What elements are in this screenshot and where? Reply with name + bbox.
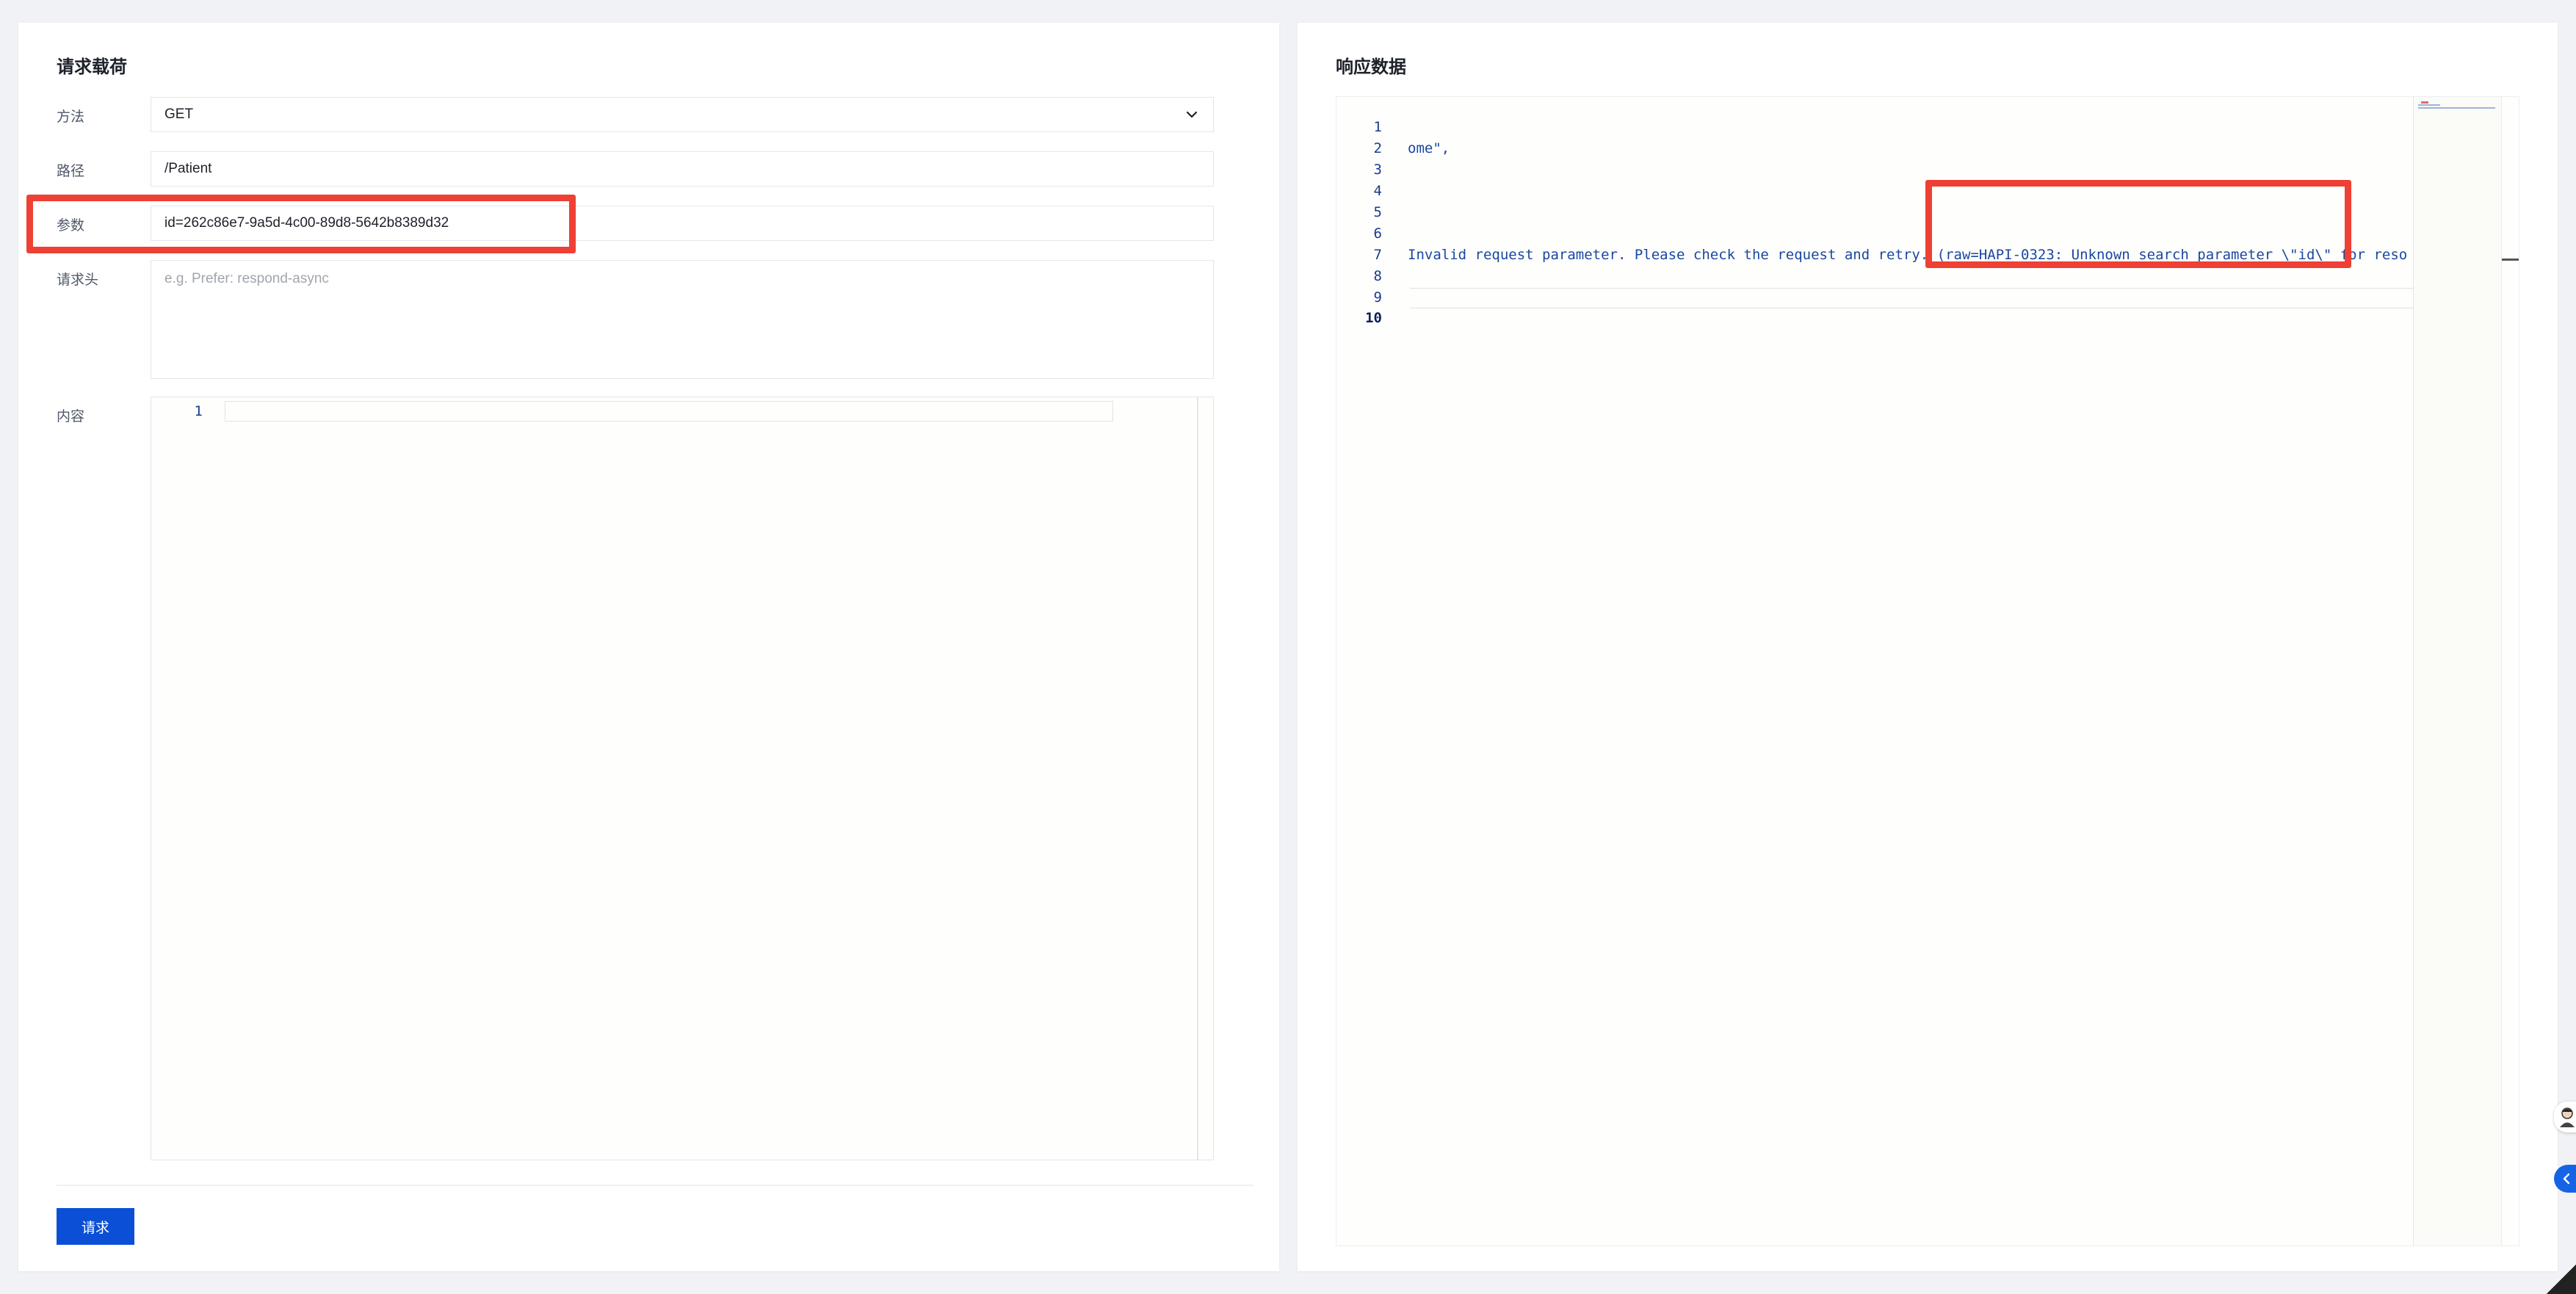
- line-number: 1: [1373, 119, 1382, 135]
- params-input[interactable]: id=262c86e7-9a5d-4c00-89d8-5642b8389d32: [151, 206, 1214, 241]
- headers-label: 请求头: [57, 272, 99, 288]
- form-divider: [57, 1185, 1253, 1186]
- headers-placeholder: e.g. Prefer: respond-async: [164, 271, 329, 286]
- editor-scrollbar[interactable]: [1197, 397, 1198, 1160]
- response-editor[interactable]: 1 2 3 4 5 6 7 8 9 10 ome", Invalid reque…: [1336, 96, 2519, 1246]
- path-label: 路径: [57, 164, 85, 179]
- avatar-icon[interactable]: [2554, 1102, 2576, 1132]
- current-line-highlight: [225, 401, 1113, 422]
- current-line-highlight: [1410, 288, 2445, 308]
- path-value: /Patient: [164, 161, 212, 176]
- line-gutter: 1 2 3 4 5 6 7 8 9 10: [1336, 97, 1410, 1246]
- minimap-marker: [2421, 101, 2428, 104]
- response-panel: 响应数据 1 2 3 4 5 6 7 8 9 10 ome", Invalid …: [1298, 23, 2558, 1271]
- body-editor[interactable]: 1: [151, 397, 1214, 1160]
- line-number: 2: [1373, 140, 1382, 156]
- chevron-left-icon[interactable]: [2554, 1165, 2576, 1193]
- response-panel-title: 响应数据: [1336, 57, 1406, 77]
- editor-scrollbar[interactable]: [2501, 97, 2519, 1246]
- line-number: 6: [1373, 225, 1382, 242]
- submit-request-button[interactable]: 请求: [57, 1208, 134, 1245]
- method-select[interactable]: GET: [151, 97, 1214, 132]
- headers-textarea[interactable]: e.g. Prefer: respond-async: [151, 260, 1214, 379]
- chevron-down-icon: [1184, 106, 1200, 123]
- line-number: 7: [1373, 247, 1382, 263]
- params-label: 参数: [57, 218, 85, 234]
- request-panel-title: 请求载荷: [57, 57, 127, 77]
- path-input[interactable]: /Patient: [151, 151, 1214, 187]
- line-number: 3: [1373, 162, 1382, 178]
- method-value: GET: [164, 106, 194, 122]
- line-number: 9: [1373, 289, 1382, 306]
- line-number-active: 10: [1365, 310, 1382, 326]
- window-corner: [2547, 1265, 2576, 1294]
- code-line-error: Invalid request parameter. Please check …: [1408, 247, 2408, 263]
- scrollbar-marker: [2502, 259, 2519, 261]
- params-value: id=262c86e7-9a5d-4c00-89d8-5642b8389d32: [164, 215, 449, 231]
- line-number: 4: [1373, 183, 1382, 199]
- method-label: 方法: [57, 109, 85, 125]
- body-label: 内容: [57, 409, 85, 424]
- request-panel: 请求载荷 方法 GET 路径 /Patient 参数 id=262c86e7-9…: [18, 23, 1279, 1271]
- line-number: 5: [1373, 204, 1382, 220]
- line-number: 1: [194, 403, 203, 419]
- code-line: ome",: [1408, 140, 1450, 156]
- minimap-line: [2418, 104, 2440, 106]
- editor-minimap[interactable]: [2413, 97, 2501, 1246]
- minimap-line: [2418, 107, 2495, 109]
- line-number: 8: [1373, 268, 1382, 284]
